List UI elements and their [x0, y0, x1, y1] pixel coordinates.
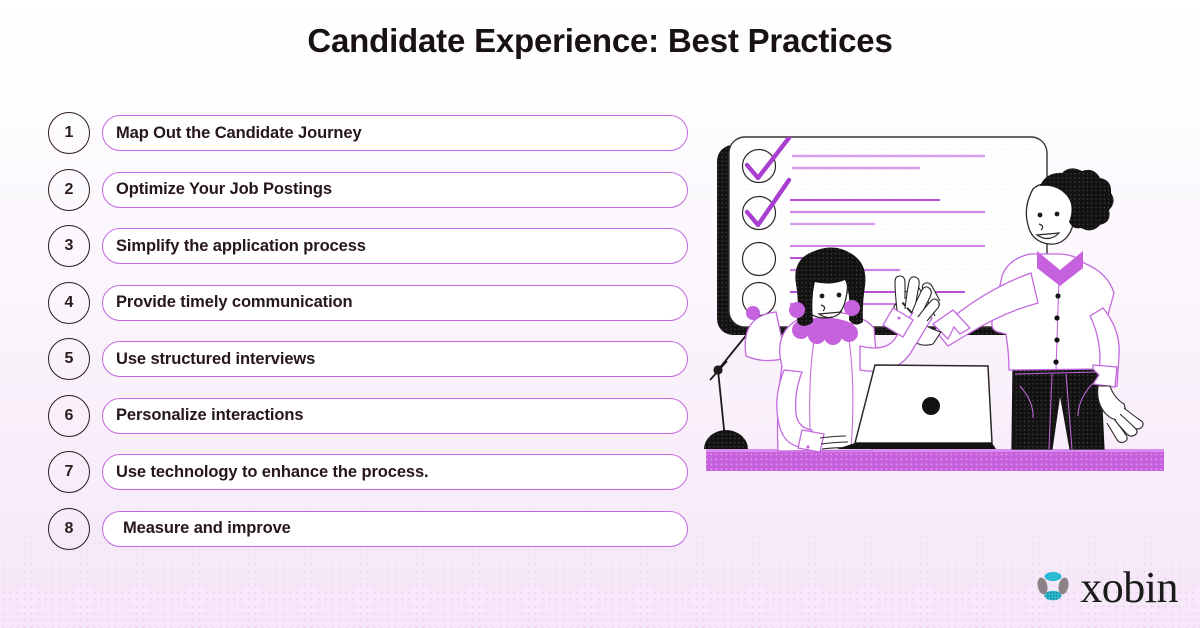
- woman-cuff: [797, 429, 825, 453]
- list-item-pill[interactable]: Personalize interactions: [102, 397, 688, 434]
- list-item-label: Use structured interviews: [116, 349, 316, 368]
- list-item: 8 Measure and improve: [48, 507, 688, 550]
- list-item-number: 2: [48, 168, 90, 211]
- list-item-number: 1: [48, 112, 90, 154]
- shirt-button: [1054, 315, 1060, 321]
- xobin-logo-mark: [1035, 568, 1071, 609]
- chair-knob: [746, 306, 760, 320]
- laptop-logo: [922, 397, 940, 415]
- list-item-pill[interactable]: Provide timely communication: [102, 284, 688, 321]
- list-item-label: Map Out the Candidate Journey: [116, 123, 362, 142]
- woman-earring: [844, 300, 860, 316]
- shirt-button: [1053, 359, 1059, 365]
- list-item: 3 Simplify the application process: [48, 225, 688, 267]
- list-item-pill[interactable]: Measure and improve: [102, 510, 688, 547]
- illustration: [700, 118, 1200, 498]
- list-item-pill[interactable]: Simplify the application process: [102, 228, 688, 264]
- list-item-label: Provide timely communication: [116, 293, 353, 311]
- logo-lobe-bottom: [1044, 590, 1062, 600]
- list-item: 4 Provide timely communication: [48, 281, 688, 324]
- desk-bar: [706, 449, 1164, 471]
- list-item: 7 Use technology to enhance the process.: [48, 451, 688, 493]
- list-item-number: 8: [48, 507, 90, 550]
- shirt-button: [1054, 337, 1060, 343]
- list-item-label: Personalize interactions: [116, 406, 304, 424]
- brand-logo: xobin: [1035, 566, 1178, 610]
- list-item-pill[interactable]: Optimize Your Job Postings: [102, 171, 688, 208]
- xobin-wordmark: xobin: [1080, 563, 1178, 612]
- list-item-number: 7: [48, 451, 90, 493]
- list-item: 5 Use structured interviews: [48, 338, 688, 380]
- logo-lobe-top: [1044, 571, 1062, 581]
- woman-eye: [819, 293, 825, 299]
- man-eye: [1037, 212, 1043, 218]
- list-item-pill[interactable]: Use structured interviews: [102, 341, 688, 377]
- page-title: Candidate Experience: Best Practices: [307, 22, 893, 59]
- list-item-number: 5: [48, 338, 90, 380]
- woman-earring: [789, 302, 805, 318]
- lamp-joint: [713, 365, 723, 375]
- list-item-number: 3: [48, 225, 90, 267]
- list-item-label: Simplify the application process: [116, 236, 366, 255]
- list-item-number: 4: [48, 281, 90, 324]
- best-practices-list: 1 Map Out the Candidate Journey 2 Optimi…: [48, 112, 688, 564]
- lamp-base: [704, 430, 748, 449]
- list-item: 1 Map Out the Candidate Journey: [48, 112, 688, 154]
- list-item: 6 Personalize interactions: [48, 394, 688, 437]
- list-item-pill[interactable]: Map Out the Candidate Journey: [102, 115, 688, 151]
- list-item-label: Measure and improve: [123, 519, 291, 537]
- shirt-button: [1055, 293, 1061, 299]
- man-trousers: [1011, 367, 1105, 450]
- list-item-label: Use technology to enhance the process.: [116, 462, 429, 481]
- infographic-canvas: Candidate Experience: Best Practices 1 M…: [0, 0, 1200, 628]
- woman-eye: [836, 292, 842, 298]
- list-item-label: Optimize Your Job Postings: [116, 180, 332, 198]
- man-hand: [1097, 385, 1144, 444]
- list-item-pill[interactable]: Use technology to enhance the process.: [102, 454, 688, 490]
- list-item-number: 6: [48, 394, 90, 437]
- man-eye: [1054, 211, 1060, 217]
- list-item: 2 Optimize Your Job Postings: [48, 168, 688, 211]
